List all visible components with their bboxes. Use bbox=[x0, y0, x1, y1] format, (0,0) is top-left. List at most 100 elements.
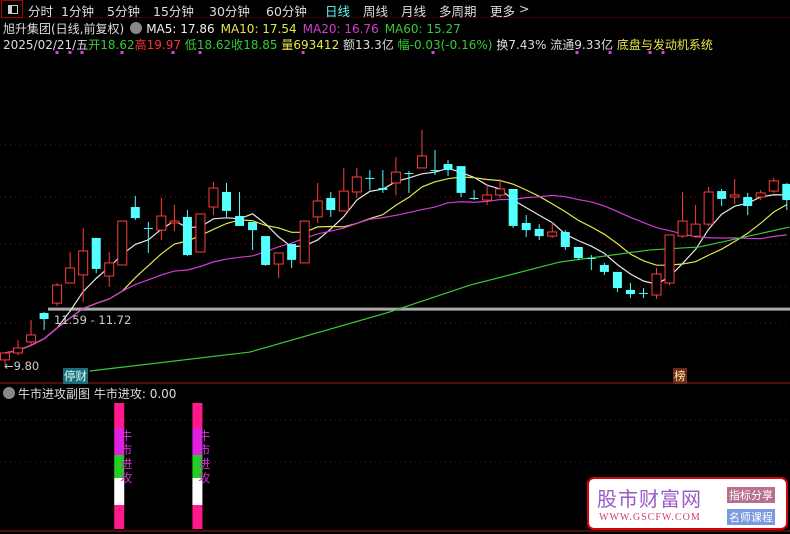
watermark-url: WWW.GSCFW.COM bbox=[599, 512, 701, 523]
event-tag-list[interactable]: 榜 bbox=[673, 368, 687, 384]
candle-down bbox=[586, 258, 596, 260]
candle-down bbox=[143, 228, 153, 230]
signal-bar-text: 牛 bbox=[120, 428, 132, 443]
candle-down bbox=[612, 271, 622, 289]
event-dot bbox=[80, 51, 84, 54]
range-label: 11.59 - 11.72 bbox=[54, 313, 132, 327]
candle-up bbox=[52, 284, 63, 304]
signal-bar-text: 市 bbox=[198, 442, 210, 457]
candle-down bbox=[261, 236, 271, 265]
candle-down bbox=[378, 188, 388, 190]
sub-panel-title: 牛市进攻副图 bbox=[18, 387, 91, 401]
candle-up bbox=[729, 194, 740, 198]
candle-up bbox=[755, 192, 766, 198]
candle-down bbox=[534, 228, 544, 237]
event-dot bbox=[608, 51, 612, 54]
ma60-line bbox=[89, 226, 790, 372]
event-dot bbox=[575, 51, 579, 54]
candle-up bbox=[768, 180, 779, 192]
candle-down bbox=[560, 231, 570, 247]
candle-down bbox=[365, 177, 375, 179]
signal-bar-text: 进 bbox=[198, 457, 210, 471]
event-dot bbox=[661, 51, 665, 54]
candle-down bbox=[599, 264, 609, 272]
signal-bar-text: 攻 bbox=[120, 471, 132, 485]
candle-down bbox=[782, 183, 790, 201]
candle-up bbox=[651, 273, 662, 296]
candle-up bbox=[65, 267, 76, 284]
candle-up bbox=[677, 220, 688, 237]
candle-down bbox=[235, 216, 245, 226]
event-dot bbox=[120, 51, 124, 54]
candle-up bbox=[703, 191, 714, 225]
candle-up bbox=[664, 234, 675, 284]
candle-down bbox=[326, 197, 336, 210]
event-dot bbox=[648, 51, 652, 54]
candle-down bbox=[404, 173, 414, 175]
candle-up bbox=[416, 155, 427, 169]
event-dot bbox=[301, 51, 305, 54]
teacher-course-link[interactable]: 名师课程 bbox=[727, 509, 775, 525]
event-dot bbox=[431, 51, 435, 54]
signal-bar-text: 市 bbox=[120, 442, 132, 457]
indicator-share-link[interactable]: 指标分享 bbox=[727, 487, 775, 503]
low-marker: ←9.80 bbox=[4, 359, 40, 373]
candle-up bbox=[104, 262, 115, 277]
candle-down bbox=[625, 289, 635, 295]
candle-up bbox=[482, 194, 493, 201]
candle-down bbox=[222, 191, 232, 211]
watermark-title: 股市财富网 bbox=[597, 487, 702, 511]
candle-down bbox=[39, 313, 49, 320]
candle-up bbox=[13, 347, 24, 354]
candle-down bbox=[456, 166, 466, 193]
signal-bar-segment bbox=[192, 403, 203, 428]
candle-down bbox=[717, 191, 727, 199]
candle-down bbox=[430, 170, 440, 172]
candle-down bbox=[287, 243, 297, 260]
signal-bar-text: 攻 bbox=[198, 471, 210, 485]
watermark-logo: 股市财富网 WWW.GSCFW.COM 指标分享 名师课程 bbox=[587, 477, 788, 530]
candle-down bbox=[743, 197, 753, 207]
kline-chart[interactable]: 牛市进攻牛市进攻 bbox=[0, 0, 790, 534]
candle-down bbox=[469, 197, 479, 199]
candle-up bbox=[351, 176, 362, 193]
candle-down bbox=[182, 216, 192, 256]
candle-down bbox=[573, 246, 583, 259]
signal-bar-text: 牛 bbox=[198, 428, 210, 443]
dropdown-icon[interactable] bbox=[3, 387, 15, 399]
candle-up bbox=[338, 190, 349, 212]
candle-down bbox=[130, 206, 140, 219]
candle-up bbox=[117, 220, 128, 266]
signal-bar-segment bbox=[114, 505, 125, 529]
candle-up bbox=[273, 252, 284, 265]
event-tag-finance[interactable]: 停财 bbox=[63, 368, 88, 384]
event-dot bbox=[171, 51, 175, 54]
event-dot bbox=[55, 51, 59, 54]
candle-up bbox=[78, 250, 89, 276]
candle-up bbox=[208, 187, 219, 208]
low-value: 9.80 bbox=[13, 359, 40, 373]
candle-down bbox=[638, 292, 648, 294]
candle-down bbox=[521, 222, 531, 231]
sub-panel-header: 牛市进攻副图 牛市进攻: 0.00 bbox=[3, 385, 176, 402]
candle-up bbox=[690, 223, 701, 237]
candle-up bbox=[495, 188, 506, 196]
candle-up bbox=[547, 231, 558, 237]
signal-bar-segment bbox=[114, 403, 125, 428]
signal-bar-text: 进 bbox=[120, 457, 132, 471]
signal-bar-segment bbox=[192, 505, 203, 529]
candle-up bbox=[390, 171, 401, 184]
candle-up bbox=[299, 220, 310, 264]
candle-down bbox=[443, 164, 453, 171]
candle-up bbox=[169, 220, 180, 224]
candle-down bbox=[91, 237, 101, 269]
candle-down bbox=[248, 222, 258, 231]
candle-up bbox=[156, 215, 167, 231]
candle-up bbox=[26, 334, 37, 343]
sub-panel-value: 牛市进攻: 0.00 bbox=[93, 387, 177, 401]
event-dot bbox=[198, 51, 202, 54]
candle-up bbox=[195, 213, 206, 253]
candle-up bbox=[312, 200, 323, 218]
event-dot bbox=[68, 51, 72, 54]
candle-down bbox=[508, 188, 518, 226]
